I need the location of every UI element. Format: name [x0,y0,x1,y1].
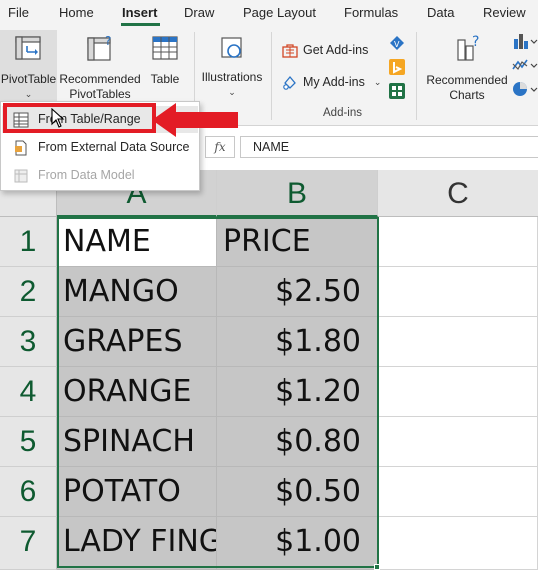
menu-item-from-data-model: From Data Model [2,162,198,189]
cell-b2[interactable]: $2.50 [217,267,378,317]
column-chart-icon[interactable] [512,32,538,50]
pivottable-button[interactable]: PivotTable ⌄ [0,30,57,104]
row-header-7[interactable]: 7 [0,517,57,570]
highlight-box [3,103,156,133]
cell-b6[interactable]: $0.50 [217,467,378,517]
get-addins-label: Get Add-ins [303,43,369,57]
get-addins-button[interactable]: Get Add-ins [282,42,368,58]
my-addins-button[interactable]: My Add-ins ⌄ [282,74,381,90]
fill-handle[interactable] [374,564,380,570]
recommended-charts-icon: ? [457,34,479,61]
cell-a3[interactable]: GRAPES [57,317,217,367]
row-header-4[interactable]: 4 [0,367,57,417]
cell-c1[interactable] [378,217,538,267]
cell-a6[interactable]: POTATO [57,467,217,517]
cell-c3[interactable] [378,317,538,367]
recommended-pivottables-button[interactable]: ? Recommended PivotTables [58,30,142,102]
formula-input[interactable]: NAME [240,136,538,158]
row-header-6[interactable]: 6 [0,467,57,517]
cell-a2[interactable]: MANGO [57,267,217,317]
recommended-charts-label-1: Recommended [426,73,508,87]
tab-review[interactable]: Review [483,5,526,20]
pivottable-label: PivotTable [0,72,57,86]
table-button[interactable]: Table [144,30,186,87]
svg-text:V: V [394,40,400,49]
table-icon [152,36,178,60]
row-header-5[interactable]: 5 [0,417,57,467]
people-graph-icon[interactable] [388,82,406,100]
illustrations-icon [221,37,242,58]
cell-a7[interactable]: LADY FINGER [57,517,217,570]
svg-text:?: ? [472,34,479,50]
cell-b1[interactable]: PRICE [217,217,378,267]
ribbon-separator [271,32,272,120]
illustrations-button[interactable]: Illustrations ⌄ [197,30,267,100]
cell-a5[interactable]: SPINACH [57,417,217,467]
pivottable-icon [14,36,41,60]
cell-b5[interactable]: $0.80 [217,417,378,467]
tab-formulas[interactable]: Formulas [344,5,398,20]
tab-page-layout[interactable]: Page Layout [243,5,316,20]
cell-b4[interactable]: $1.20 [217,367,378,417]
cell-a4[interactable]: ORANGE [57,367,217,417]
mouse-cursor-icon [51,108,65,128]
tab-file[interactable]: File [8,5,29,20]
cell-c6[interactable] [378,467,538,517]
svg-text:?: ? [105,34,111,48]
row-header-1[interactable]: 1 [0,217,57,267]
recommended-pivottables-icon: ? [87,34,111,61]
data-model-icon [14,169,28,183]
recommended-charts-button[interactable]: ? Recommended Charts [422,30,512,103]
my-addins-icon [283,75,296,90]
table-label: Table [150,72,180,86]
pie-chart-icon[interactable] [512,80,538,98]
tab-draw[interactable]: Draw [184,5,214,20]
cell-c2[interactable] [378,267,538,317]
addins-group-label: Add-ins [323,107,362,119]
cell-b3[interactable]: $1.80 [217,317,378,367]
column-header-b[interactable]: B [217,170,378,217]
chevron-down-icon[interactable]: ⌄ [0,87,57,102]
red-arrow-icon [152,103,238,137]
cell-a1[interactable]: NAME [57,217,217,267]
cell-c7[interactable] [378,517,538,570]
tab-insert[interactable]: Insert [122,5,157,20]
recommended-charts-label-2: Charts [449,88,485,102]
cell-c5[interactable] [378,417,538,467]
menu-item-label: From External Data Source [38,140,190,154]
row-header-3[interactable]: 3 [0,317,57,367]
menu-item-label: From Data Model [38,168,135,182]
tab-data[interactable]: Data [427,5,454,20]
chevron-down-icon[interactable]: ⌄ [197,85,267,100]
cell-c4[interactable] [378,367,538,417]
line-chart-icon[interactable] [512,56,538,74]
cell-b7[interactable]: $1.00 [217,517,378,570]
recommended-pivottables-label-2: PivotTables [69,87,131,101]
visio-icon[interactable]: V [388,34,406,52]
row-header-2[interactable]: 2 [0,267,57,317]
chevron-down-icon[interactable]: ⌄ [374,77,382,88]
recommended-pivottables-label-1: Recommended [59,72,141,86]
bing-maps-icon[interactable] [388,58,406,76]
ribbon-separator [416,32,417,120]
column-header-c[interactable]: C [378,170,538,217]
store-icon [282,44,298,58]
illustrations-label: Illustrations [201,70,263,84]
ribbon-tab-bar: File Home Insert Draw Page Layout Formul… [0,0,538,26]
external-data-icon [15,140,27,156]
tab-home[interactable]: Home [59,5,94,20]
my-addins-label: My Add-ins [303,75,365,89]
